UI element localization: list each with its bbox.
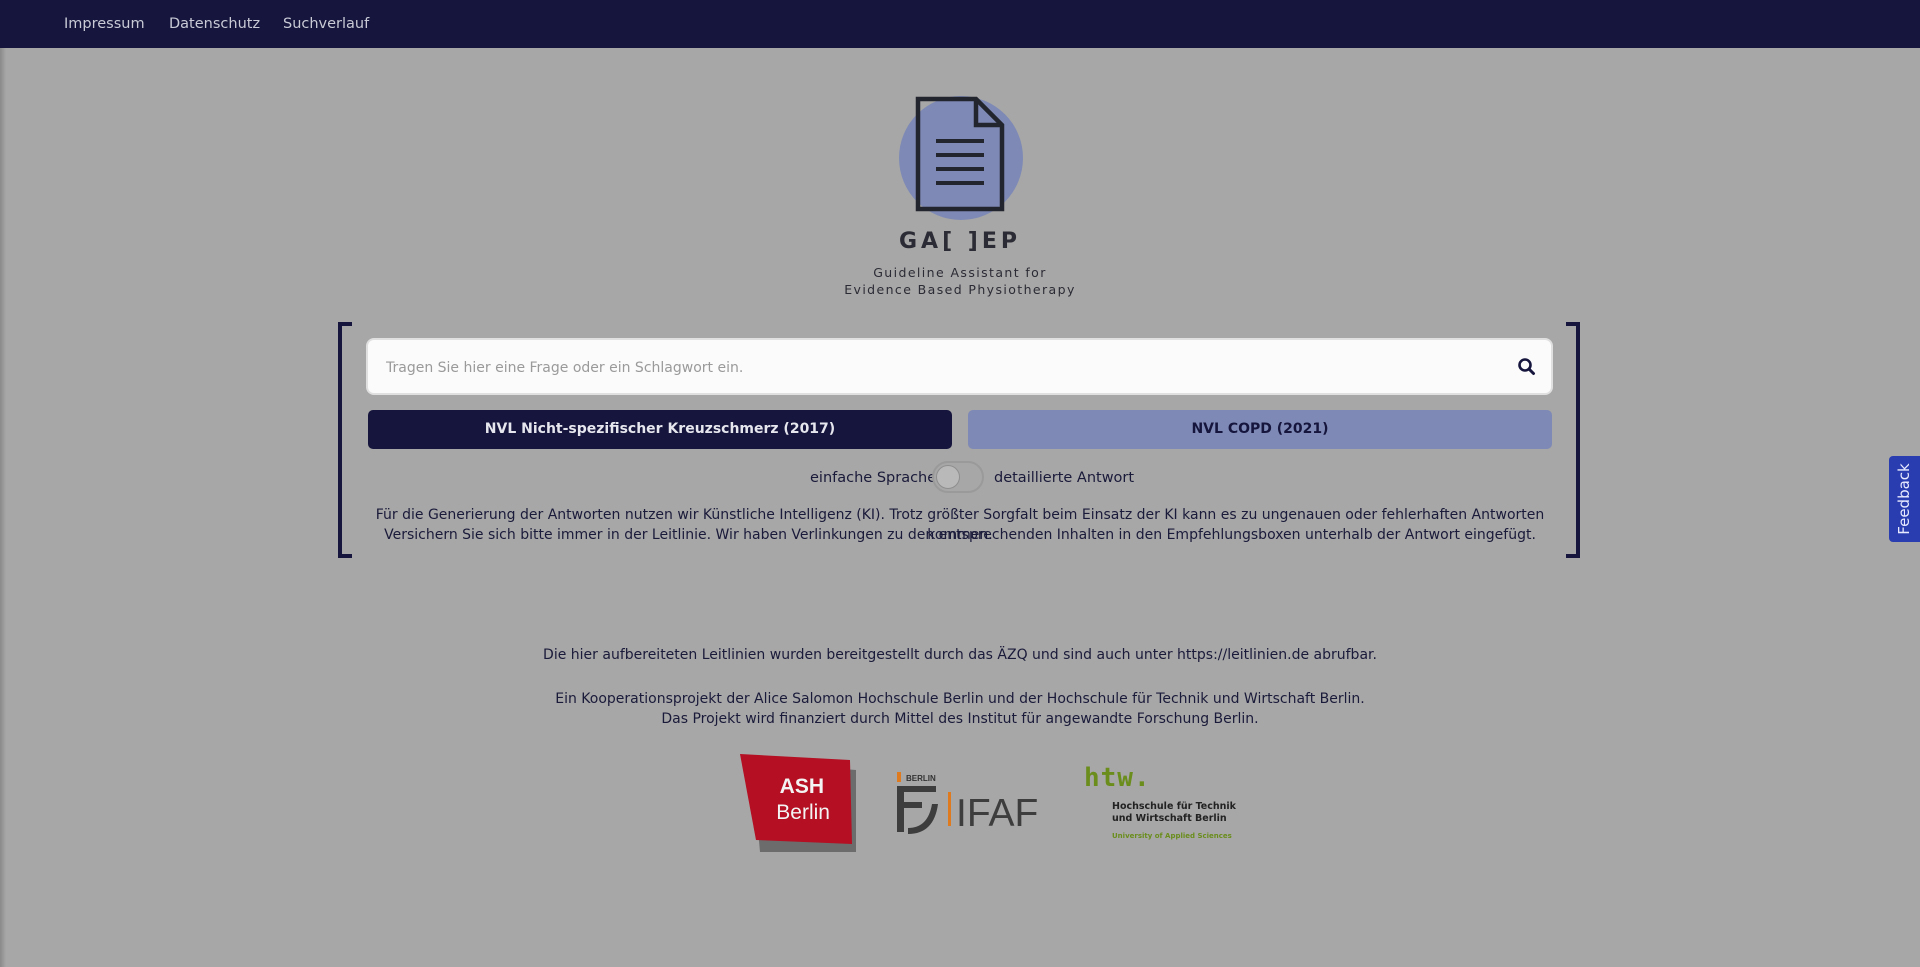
brand-subtitle-line1: Guideline Assistant for <box>873 265 1047 280</box>
berlin-text: Berlin <box>776 801 830 824</box>
ifaf-logo[interactable]: BERLIN IFAF <box>894 770 1040 838</box>
ifaf-text: IFAF <box>956 792 1038 834</box>
feedback-label: Feedback <box>1895 463 1913 535</box>
ash-text: ASH <box>780 775 824 798</box>
htw-mark: htw. <box>1084 763 1151 793</box>
brand-subtitle-line2: Evidence Based Physiotherapy <box>844 282 1076 297</box>
nav-suchverlauf[interactable]: Suchverlauf <box>283 0 369 48</box>
guideline-kreuzschmerz-button[interactable]: NVL Nicht-spezifischer Kreuzschmerz (201… <box>368 410 952 449</box>
toggle-knob <box>936 465 960 489</box>
language-toggle[interactable] <box>932 461 984 493</box>
nav-impressum[interactable]: Impressum <box>64 0 145 48</box>
toggle-label-detailed: detaillierte Antwort <box>994 470 1135 486</box>
feedback-button[interactable]: Feedback <box>1889 456 1920 542</box>
htw-logo[interactable]: htw. Hochschule für Technik und Wirtscha… <box>1084 763 1236 840</box>
document-icon <box>915 96 1005 212</box>
sidebar-shadow <box>0 48 6 967</box>
right-bracket <box>1566 322 1580 558</box>
brand-title: GA[ ]EP <box>898 229 1021 254</box>
ash-berlin-shape: ASH Berlin <box>740 754 856 852</box>
disclaimer-line2: Versichern Sie sich bitte immer in der L… <box>384 527 1536 543</box>
left-bracket <box>338 322 352 558</box>
htw-uas: University of Applied Sciences <box>1112 832 1232 840</box>
app-logo <box>890 92 1030 220</box>
search-box <box>368 340 1551 395</box>
top-navbar: Impressum Datenschutz Suchverlauf <box>0 0 1920 48</box>
search-button[interactable] <box>1514 354 1540 380</box>
nav-datenschutz[interactable]: Datenschutz <box>169 0 260 48</box>
footer-funding-text: Das Projekt wird finanziert durch Mittel… <box>661 711 1259 727</box>
ash-berlin-logo[interactable]: ASH Berlin <box>738 752 858 856</box>
ifaf-berlin-text: BERLIN <box>906 774 936 783</box>
footer-source-text: Die hier aufbereiteten Leitlinien wurden… <box>543 647 1377 663</box>
htw-line1: Hochschule für Technik <box>1112 801 1236 812</box>
toggle-label-simple: einfache Sprache <box>810 470 937 486</box>
search-input[interactable] <box>384 340 1508 395</box>
footer-coop-text: Ein Kooperationsprojekt der Alice Salomo… <box>555 691 1365 707</box>
htw-line2: und Wirtschaft Berlin <box>1112 813 1227 824</box>
search-icon <box>1518 358 1535 375</box>
guideline-copd-button[interactable]: NVL COPD (2021) <box>968 410 1552 449</box>
ifaf-shape: BERLIN IFAF <box>897 772 1038 835</box>
